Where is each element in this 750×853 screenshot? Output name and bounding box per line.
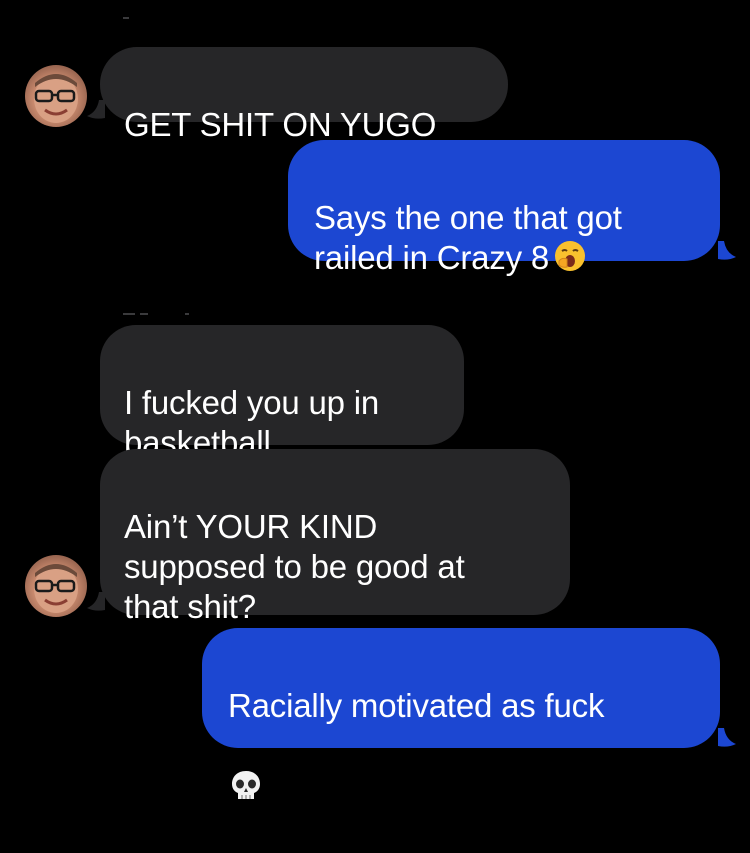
bubble-tail bbox=[87, 592, 105, 611]
bubble-tail bbox=[718, 241, 736, 260]
skull-emoji bbox=[228, 728, 694, 813]
message-bubble-received[interactable]: Ain’t YOUR KIND supposed to be good at t… bbox=[100, 449, 570, 625]
cropped-header-mark bbox=[140, 313, 148, 315]
cropped-header-mark bbox=[123, 313, 135, 315]
bubble-tail bbox=[87, 100, 105, 119]
face-photo-icon bbox=[34, 74, 78, 123]
cropped-header-mark bbox=[185, 313, 189, 315]
message-bubble-received[interactable]: I fucked you up in basketball bbox=[100, 325, 464, 461]
contact-avatar[interactable] bbox=[25, 65, 87, 127]
face-photo-icon bbox=[34, 564, 78, 613]
message-bubble-sent[interactable]: Says the one that got railed in Crazy 8 bbox=[288, 140, 720, 276]
message-bubble-received[interactable]: GET SHIT ON YUGO bbox=[100, 47, 508, 143]
contact-avatar[interactable] bbox=[25, 555, 87, 617]
message-bubble-sent[interactable]: Racially motivated as fuck bbox=[202, 628, 720, 799]
message-text: Ain’t YOUR KIND supposed to be good at t… bbox=[124, 508, 465, 625]
cropped-header-mark bbox=[123, 17, 129, 19]
bubble-tail bbox=[718, 728, 736, 747]
message-text: GET SHIT ON YUGO bbox=[124, 106, 437, 143]
yawning-face-emoji bbox=[553, 239, 587, 282]
message-text: Racially motivated as fuck bbox=[228, 687, 605, 724]
